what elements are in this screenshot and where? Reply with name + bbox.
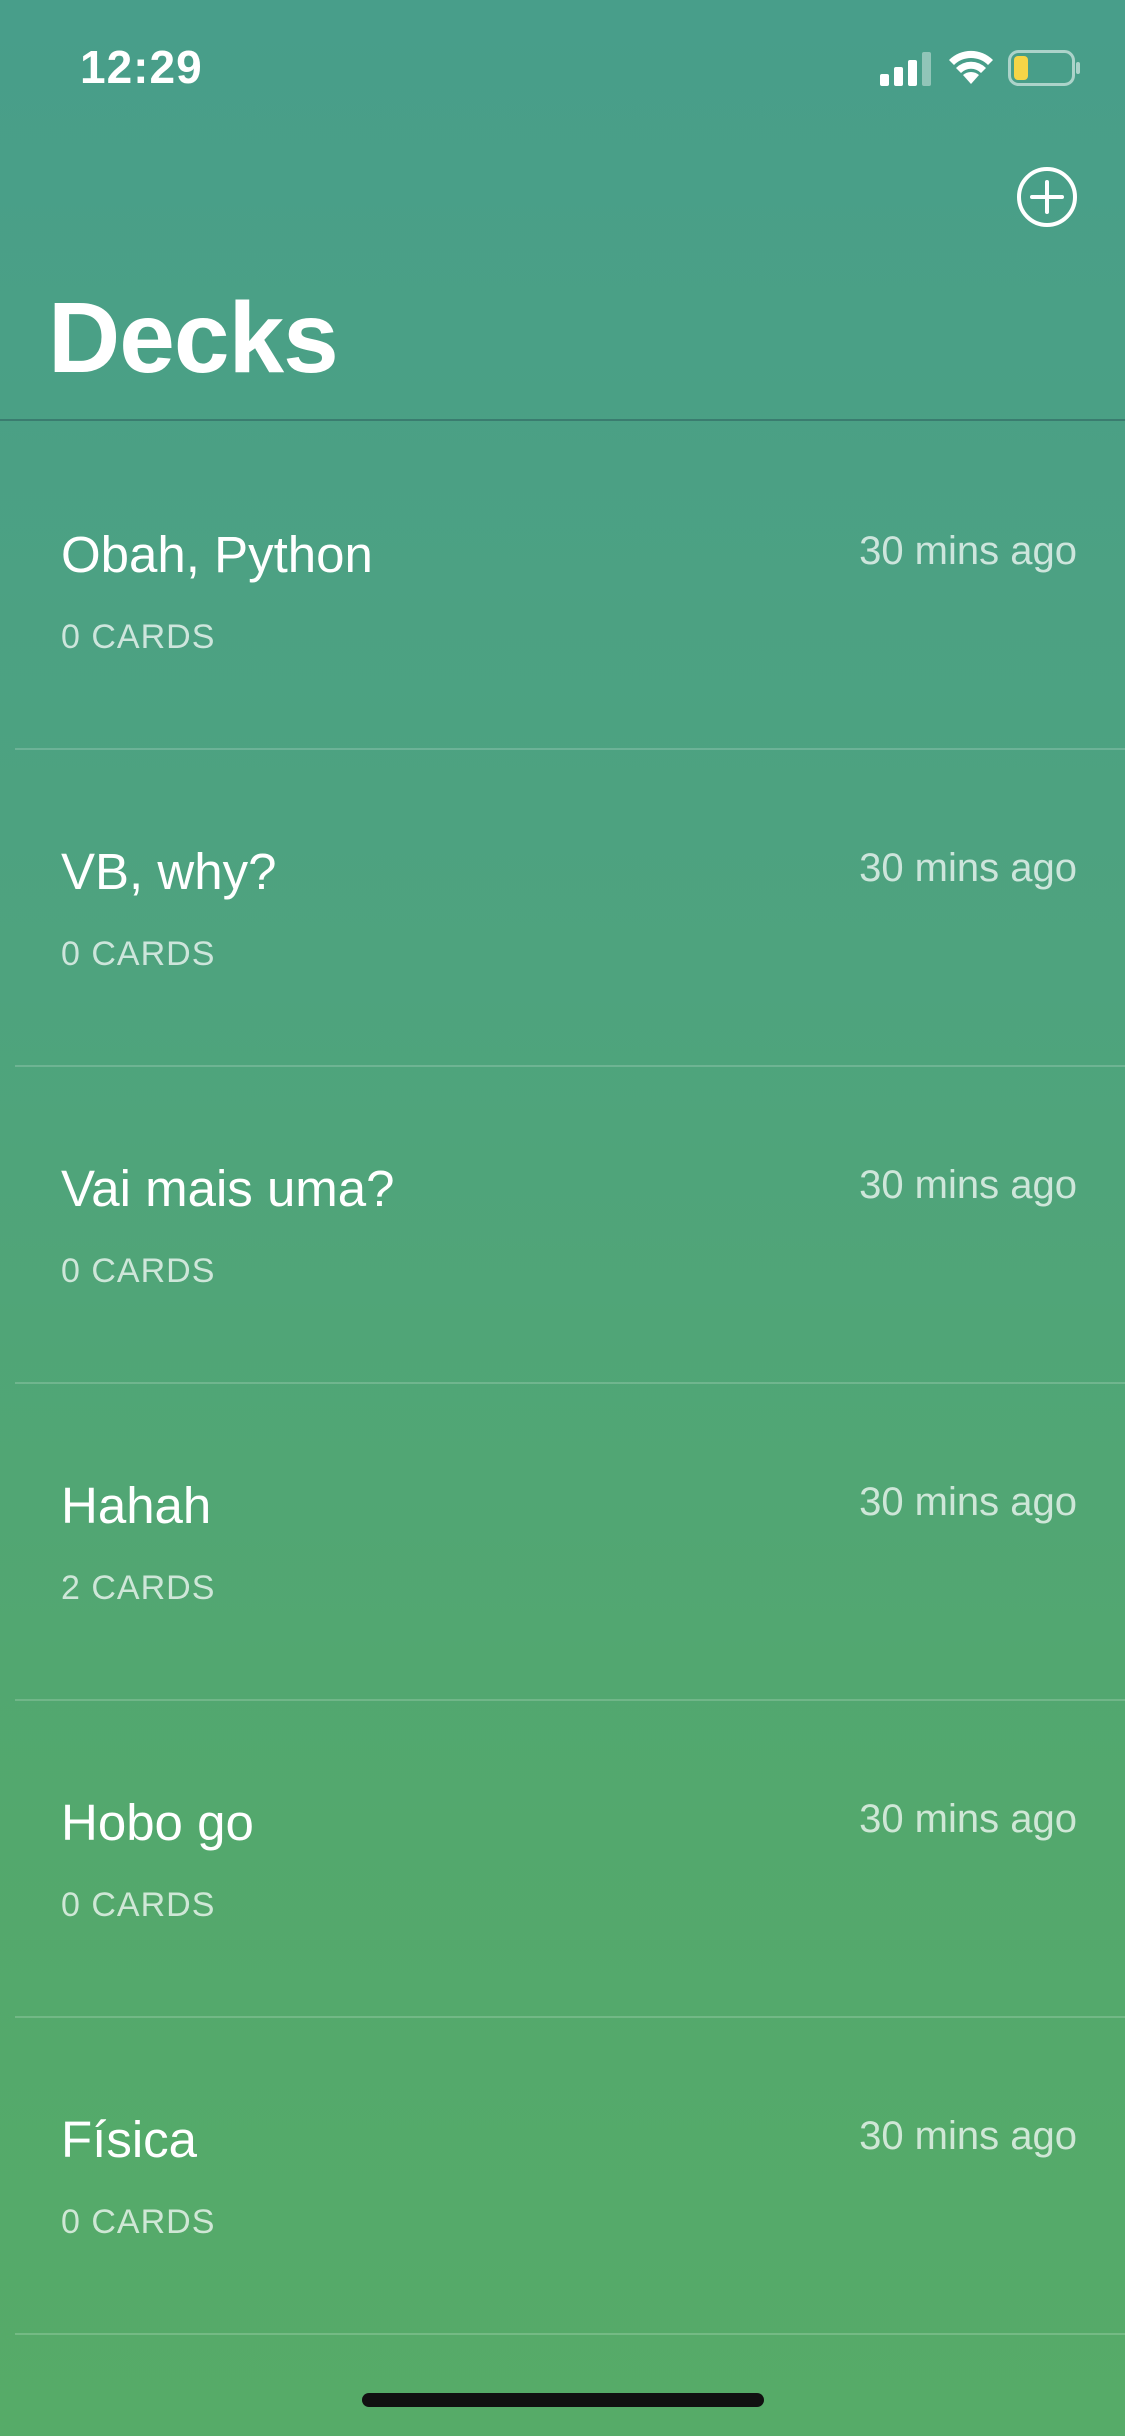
deck-name: Física xyxy=(61,2111,198,2168)
home-indicator[interactable] xyxy=(362,2393,764,2407)
deck-card-count: 0 CARDS xyxy=(61,935,216,973)
deck-row[interactable]: Vai mais uma? 0 CARDS 30 mins ago xyxy=(0,1067,1125,1384)
deck-updated-time: 30 mins ago xyxy=(859,1163,1077,1207)
wifi-icon xyxy=(949,50,993,84)
deck-card-count: 2 CARDS xyxy=(61,1569,216,1607)
deck-card-count: 0 CARDS xyxy=(61,1886,216,1924)
deck-name: Vai mais uma? xyxy=(61,1160,395,1217)
deck-updated-time: 30 mins ago xyxy=(859,2114,1077,2158)
deck-row[interactable]: Obah, Python 0 CARDS 30 mins ago xyxy=(0,433,1125,750)
deck-row[interactable]: Física 0 CARDS 30 mins ago xyxy=(0,2018,1125,2335)
status-bar: 12:29 xyxy=(0,0,1125,132)
deck-row[interactable]: VB, why? 0 CARDS 30 mins ago xyxy=(0,750,1125,1067)
page-title: Decks xyxy=(48,282,339,394)
add-deck-button[interactable] xyxy=(1015,165,1079,229)
deck-name: VB, why? xyxy=(61,843,277,900)
status-time: 12:29 xyxy=(80,41,203,93)
deck-card-count: 0 CARDS xyxy=(61,2203,216,2241)
battery-icon xyxy=(1008,50,1080,86)
cellular-signal-icon xyxy=(880,52,931,86)
deck-updated-time: 30 mins ago xyxy=(859,1797,1077,1841)
deck-list: Obah, Python 0 CARDS 30 mins ago VB, why… xyxy=(0,433,1125,2335)
deck-row[interactable]: Hahah 2 CARDS 30 mins ago xyxy=(0,1384,1125,1701)
deck-card-count: 0 CARDS xyxy=(61,1252,216,1290)
deck-name: Obah, Python xyxy=(61,526,373,583)
deck-name: Hahah xyxy=(61,1477,212,1534)
deck-updated-time: 30 mins ago xyxy=(859,1480,1077,1524)
deck-card-count: 0 CARDS xyxy=(61,618,216,656)
deck-updated-time: 30 mins ago xyxy=(859,529,1077,573)
deck-row[interactable]: Hobo go 0 CARDS 30 mins ago xyxy=(0,1701,1125,2018)
deck-updated-time: 30 mins ago xyxy=(859,846,1077,890)
nav-divider xyxy=(0,419,1125,421)
screen: 12:29 Decks Obah, Python 0 CARDS 30 mins… xyxy=(0,0,1125,2436)
deck-name: Hobo go xyxy=(61,1794,254,1851)
